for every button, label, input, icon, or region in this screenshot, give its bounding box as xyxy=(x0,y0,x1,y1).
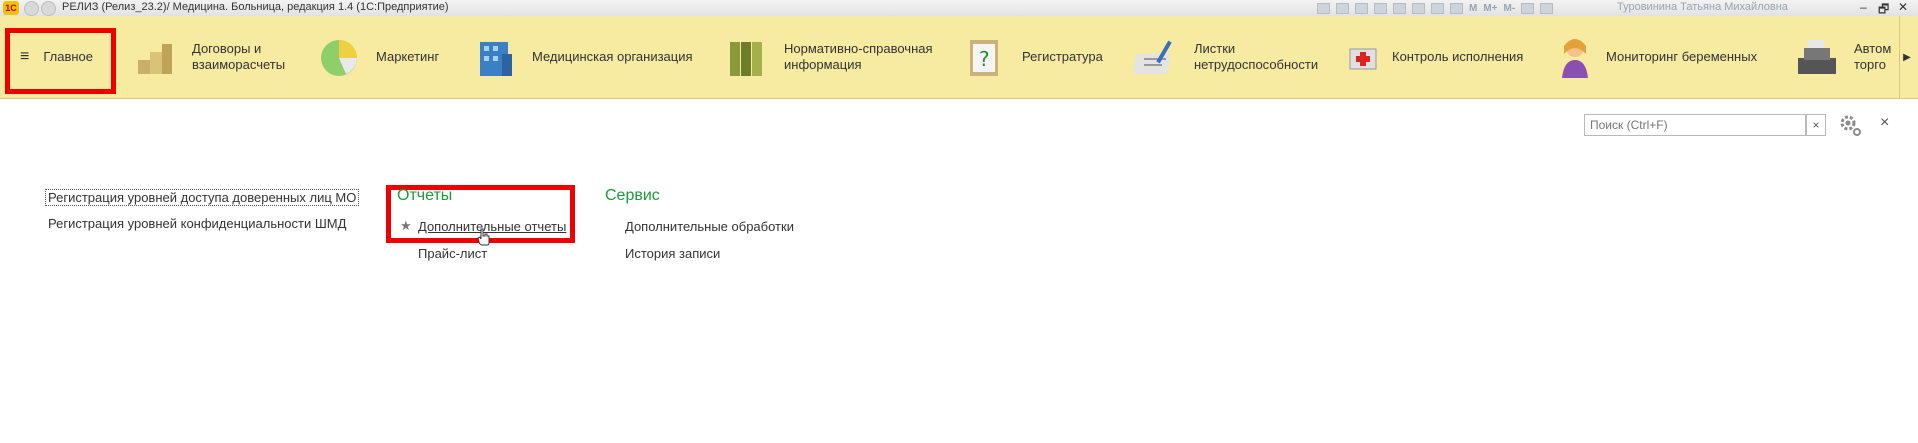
section-label: Листки нетрудоспособности xyxy=(1194,41,1319,72)
section-label: Автом торго xyxy=(1854,41,1892,72)
section-label: Контроль исполнения xyxy=(1392,49,1524,64)
clipboard-question-icon: ? xyxy=(970,40,998,76)
service-group-title: Сервис xyxy=(605,187,660,204)
link-additional-reports[interactable]: Дополнительные отчеты xyxy=(418,219,566,234)
close-window-button[interactable]: ✕ xyxy=(1898,0,1908,14)
section-label: Регистратура xyxy=(1022,49,1103,64)
save-icon[interactable] xyxy=(1317,2,1330,14)
app-logo-icon: 1С xyxy=(3,1,19,15)
building-icon xyxy=(480,42,512,76)
section-contracts[interactable]: Договоры и взаиморасчеты xyxy=(132,16,285,98)
print-icon[interactable] xyxy=(1336,2,1349,14)
calendar-icon[interactable] xyxy=(1431,2,1444,14)
preview-icon[interactable] xyxy=(1355,2,1368,14)
section-label: Маркетинг xyxy=(376,49,440,64)
memory-subtract-button[interactable]: M- xyxy=(1504,3,1516,14)
favorite-star-icon[interactable]: ★ xyxy=(400,218,412,234)
section-execution-control[interactable]: Контроль исполнения xyxy=(1348,16,1523,98)
link-confidentiality-levels[interactable]: Регистрация уровней конфиденциальности Ш… xyxy=(48,216,346,231)
document-icon[interactable] xyxy=(1412,2,1425,14)
sections-panel: ≡ Главное Договоры и взаиморасчеты Марке… xyxy=(0,16,1918,99)
minimize-button[interactable]: – xyxy=(1860,0,1867,14)
search-input[interactable] xyxy=(1584,114,1806,136)
section-label: Медицинская организация xyxy=(532,49,693,64)
panels-icon[interactable] xyxy=(1540,2,1554,14)
nav-forward-icon[interactable] xyxy=(41,1,56,16)
link-price-list[interactable]: Прайс-лист xyxy=(418,246,487,261)
section-medical-org[interactable]: Медицинская организация xyxy=(472,16,693,98)
medical-kit-icon xyxy=(1349,48,1377,70)
paste-icon[interactable] xyxy=(1393,2,1406,14)
section-automation[interactable]: Автом торго xyxy=(1794,16,1891,98)
highlight-main-section xyxy=(5,28,116,94)
memory-button[interactable]: M xyxy=(1469,3,1477,14)
section-marketing[interactable]: Маркетинг xyxy=(316,16,439,98)
link-additional-processing[interactable]: Дополнительные обработки xyxy=(625,219,794,234)
section-pregnancy-monitoring[interactable]: Мониторинг беременных xyxy=(1558,16,1757,98)
sections-scroll-right-icon[interactable]: ▶ xyxy=(1899,16,1914,98)
hand-cursor-icon xyxy=(477,228,490,246)
pie-chart-icon xyxy=(321,40,357,76)
zoom-icon[interactable] xyxy=(1521,2,1535,14)
section-reference-info[interactable]: Нормативно-справочная информация xyxy=(724,16,933,98)
copy-icon[interactable] xyxy=(1374,2,1387,14)
calculator-icon[interactable] xyxy=(1450,2,1463,14)
binders-icon xyxy=(730,42,762,76)
gear-icon[interactable] xyxy=(1838,113,1862,137)
link-access-levels[interactable]: Регистрация уровней доступа доверенных л… xyxy=(45,189,360,206)
title-toolbar: M M+ M- xyxy=(1317,2,1554,14)
window-title: РЕЛИЗ (Релиз_23.2)/ Медицина. Больница, … xyxy=(62,1,449,13)
document-pen-icon xyxy=(1134,40,1172,74)
section-label: Договоры и взаиморасчеты xyxy=(192,41,286,72)
search-clear-button[interactable]: × xyxy=(1806,114,1826,136)
memory-add-button[interactable]: M+ xyxy=(1483,3,1497,14)
section-label: Мониторинг беременных xyxy=(1606,49,1758,64)
svg-text:?: ? xyxy=(979,47,990,71)
cash-register-icon xyxy=(1798,40,1836,74)
current-user[interactable]: Туровинина Татьяна Михайловна xyxy=(1617,1,1788,13)
person-icon xyxy=(1562,39,1588,78)
section-label: Нормативно-справочная информация xyxy=(784,41,933,72)
coins-icon xyxy=(138,44,172,74)
title-bar: 1С РЕЛИЗ (Релиз_23.2)/ Медицина. Больниц… xyxy=(0,0,1918,17)
link-record-history[interactable]: История записи xyxy=(625,246,720,261)
section-registry[interactable]: ? Регистратура xyxy=(962,16,1103,98)
close-panel-button[interactable]: × xyxy=(1880,114,1889,132)
section-sick-leave[interactable]: Листки нетрудоспособности xyxy=(1134,16,1318,98)
nav-back-icon[interactable] xyxy=(24,1,39,16)
reports-group-title: Отчеты xyxy=(397,187,453,204)
